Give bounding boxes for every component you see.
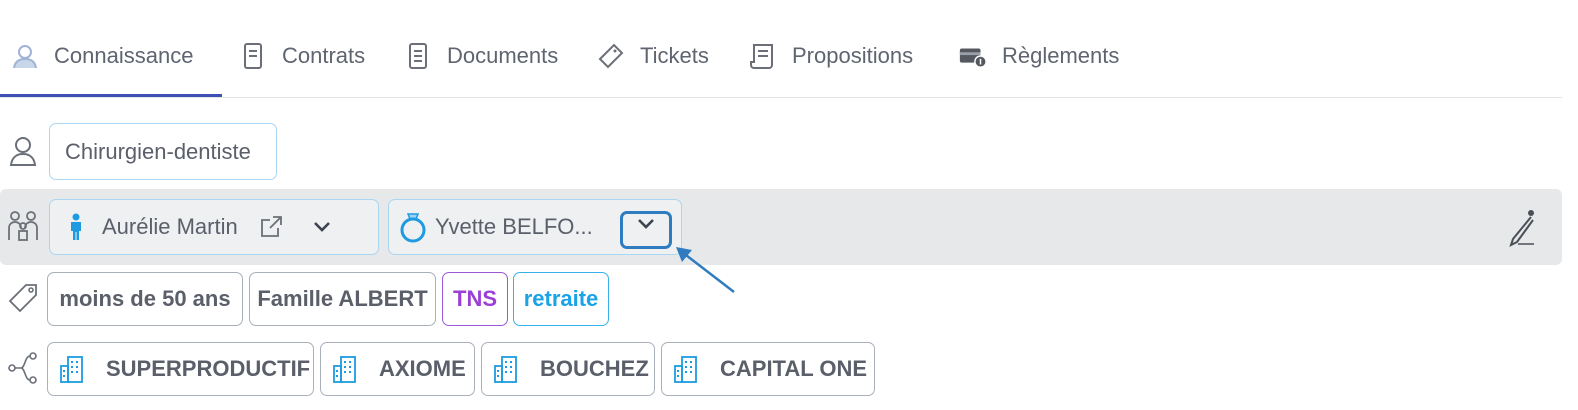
ticket-icon — [596, 41, 626, 71]
person-outline-icon — [6, 134, 40, 168]
relation-person-chip[interactable]: Aurélie Martin — [49, 199, 379, 255]
tag-label: retraite — [523, 286, 599, 311]
tag-chip[interactable]: Famille ALBERT — [249, 272, 436, 326]
profession-chip[interactable]: Chirurgien-dentiste — [49, 123, 277, 180]
tab-tickets[interactable]: Tickets — [596, 28, 709, 84]
tab-label: Tickets — [640, 43, 709, 68]
company-name: BOUCHEZ — [540, 356, 649, 381]
tag-chip-tns[interactable]: TNS — [442, 272, 508, 326]
tab-label: Documents — [447, 43, 559, 68]
annotation-arrow-icon — [676, 247, 735, 293]
company-chip[interactable]: CAPITAL ONE — [661, 342, 875, 396]
tag-icon — [6, 281, 40, 315]
company-name: CAPITAL ONE — [720, 356, 868, 381]
company-chip[interactable]: SUPERPRODUCTIF — [47, 342, 314, 396]
tag-label: TNS — [453, 286, 497, 311]
dropdown-highlight — [620, 211, 672, 249]
building-icon — [672, 354, 702, 384]
relations-row: Aurélie Martin Yvette BELFO... — [0, 189, 1562, 265]
tab-label: Contrats — [282, 43, 366, 68]
tag-chip-retraite[interactable]: retraite — [513, 272, 609, 326]
spouse-name: Yvette BELFO... — [435, 214, 593, 239]
tab-connaissance[interactable]: Connaissance — [10, 28, 193, 84]
company-name: SUPERPRODUCTIF — [106, 356, 311, 381]
tab-contrats[interactable]: Contrats — [238, 28, 365, 84]
building-icon — [492, 354, 522, 384]
profession-label: Chirurgien-dentiste — [65, 138, 251, 164]
tag-chip[interactable]: moins de 50 ans — [47, 272, 243, 326]
external-link-icon[interactable] — [258, 214, 284, 240]
proposal-icon — [748, 41, 778, 71]
tab-label: Connaissance — [54, 43, 194, 68]
active-tab-indicator — [0, 94, 222, 97]
building-icon — [331, 354, 361, 384]
tag-label: moins de 50 ans — [59, 286, 231, 311]
share-icon — [6, 351, 40, 385]
person-icon — [66, 213, 86, 241]
family-icon — [6, 209, 40, 243]
company-chip[interactable]: AXIOME — [320, 342, 475, 396]
tag-label: Famille ALBERT — [257, 286, 428, 311]
tab-documents[interactable]: Documents — [403, 28, 558, 84]
payment-icon — [958, 41, 988, 71]
person-name: Aurélie Martin — [102, 214, 238, 239]
company-name: AXIOME — [379, 356, 466, 381]
pencil-icon[interactable] — [1504, 209, 1538, 247]
building-icon — [58, 354, 88, 384]
tab-propositions[interactable]: Propositions — [748, 28, 913, 84]
contract-icon — [238, 41, 268, 71]
ring-icon — [397, 210, 429, 244]
company-chip[interactable]: BOUCHEZ — [481, 342, 655, 396]
chevron-down-icon[interactable] — [312, 220, 332, 234]
tab-label: Propositions — [792, 43, 914, 68]
document-icon — [403, 41, 433, 71]
user-icon — [10, 41, 40, 71]
tab-reglements[interactable]: Règlements — [958, 28, 1119, 84]
tab-label: Règlements — [1002, 43, 1120, 68]
tab-bar: Connaissance Contrats Documents Tickets … — [0, 28, 1562, 98]
